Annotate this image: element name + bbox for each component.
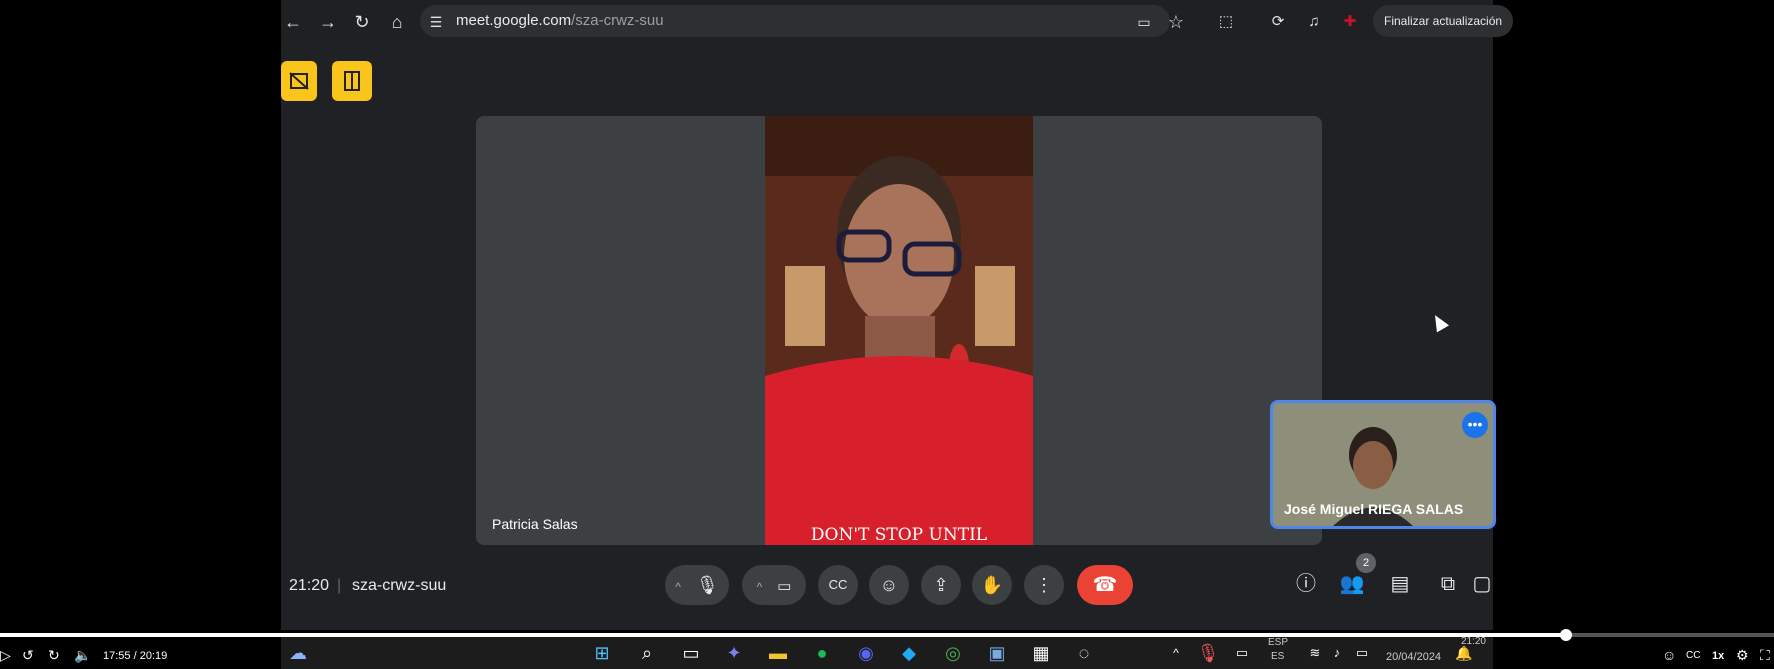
home-icon[interactable]: ⌂ xyxy=(385,10,409,34)
info-icon[interactable]: ⓘ xyxy=(1288,566,1324,602)
vscode-icon[interactable]: ◆ xyxy=(897,641,921,665)
keyboard-layout[interactable]: ES xyxy=(1271,651,1284,662)
lock-icon[interactable]: ▢ xyxy=(1472,566,1492,602)
chevron-up-icon[interactable]: ^ xyxy=(675,580,681,594)
forward-icon[interactable]: → xyxy=(316,10,340,34)
tray-keyboard-icon[interactable]: ▭ xyxy=(1230,641,1254,665)
spotify-icon[interactable]: ● xyxy=(810,641,834,665)
chevron-up-icon[interactable]: ^ xyxy=(757,580,763,594)
participant-video xyxy=(765,116,1033,545)
meeting-time: 21:20 xyxy=(289,577,330,594)
language-flag-icon[interactable]: ✚ xyxy=(1338,10,1362,34)
settings-gear-icon[interactable]: ⚙ xyxy=(1736,647,1749,664)
shirt-text: DON'T STOP UNTIL xyxy=(810,525,988,545)
tray-chevron-icon[interactable]: ^ xyxy=(1164,641,1188,665)
activities-icon[interactable]: ⧉ xyxy=(1430,566,1466,602)
weather-icon[interactable]: ☁ xyxy=(286,641,310,665)
captions-toggle-icon[interactable]: CC xyxy=(1686,650,1700,661)
camera-icon[interactable]: ▭ xyxy=(1132,10,1156,34)
volume-icon[interactable]: 🔈 xyxy=(74,647,91,664)
discord-icon[interactable]: ◉ xyxy=(854,641,878,665)
obs-icon[interactable]: ◌ xyxy=(1072,641,1096,665)
emoji-icon[interactable]: ☺ xyxy=(869,565,909,605)
sync-icon[interactable]: ⟳ xyxy=(1266,10,1290,34)
chrome-icon[interactable]: ◎ xyxy=(941,641,965,665)
self-view-name: José Miguel RIEGA SALAS xyxy=(1284,501,1464,517)
tray-mic-icon[interactable]: 🎙 xyxy=(1196,641,1220,665)
video-camera-icon: ▭ xyxy=(777,578,792,595)
no-video-icon[interactable] xyxy=(281,61,317,101)
star-icon[interactable]: ☆ xyxy=(1164,10,1188,34)
app-icon[interactable]: ▣ xyxy=(985,641,1009,665)
meeting-code: sza-crwz-suu xyxy=(352,577,447,594)
people-count-badge: 2 xyxy=(1356,553,1376,573)
more-vert-icon[interactable]: ⋮ xyxy=(1024,565,1064,605)
play-icon[interactable]: ▷ xyxy=(0,647,11,664)
chat-icon[interactable]: ▤ xyxy=(1382,566,1418,602)
user-icon[interactable]: ☺ xyxy=(1662,647,1676,663)
url-text: meet.google.com/sza-crwz-suu xyxy=(456,12,664,29)
microphone-button[interactable]: ^ 🎙 xyxy=(665,565,729,605)
notification-bell-icon[interactable]: 🔔 xyxy=(1452,641,1476,665)
update-button[interactable]: Finalizar actualización xyxy=(1373,5,1513,37)
notepad-icon[interactable]: ▦ xyxy=(1029,641,1053,665)
raise-hand-icon[interactable]: ✋ xyxy=(972,565,1012,605)
more-options-icon[interactable]: ••• xyxy=(1462,412,1488,438)
extensions-icon[interactable]: ⬚ xyxy=(1214,10,1238,34)
wifi-icon[interactable]: ≋ xyxy=(1303,641,1327,665)
volume-icon[interactable]: ♪ xyxy=(1325,641,1349,665)
task-view-icon[interactable]: ▭ xyxy=(679,641,703,665)
file-explorer-icon[interactable]: ▬ xyxy=(766,641,790,665)
back-icon[interactable]: ← xyxy=(281,10,305,34)
site-settings-icon[interactable]: ☰ xyxy=(424,10,448,34)
end-call-icon[interactable]: ☎ xyxy=(1077,565,1133,605)
reload-icon[interactable]: ↻ xyxy=(350,10,374,34)
battery-icon[interactable]: ▭ xyxy=(1350,641,1374,665)
camera-button[interactable]: ^ ▭ xyxy=(742,565,806,605)
rewind-icon[interactable]: ↺ xyxy=(22,647,34,664)
search-icon[interactable]: ⌕ xyxy=(635,641,659,665)
forward-10-icon[interactable]: ↻ xyxy=(48,647,60,664)
date[interactable]: 20/04/2024 xyxy=(1386,651,1441,663)
participant-name: Patricia Salas xyxy=(492,516,578,532)
teams-icon[interactable]: ✦ xyxy=(722,641,746,665)
player-time: 17:55 / 20:19 xyxy=(103,650,168,662)
microphone-icon: 🎙 xyxy=(695,575,719,595)
captions-icon[interactable]: CC xyxy=(818,565,858,605)
fullscreen-icon[interactable]: ⛶ xyxy=(1760,647,1774,664)
present-screen-icon[interactable]: ⇪ xyxy=(921,565,961,605)
windows-start-icon[interactable]: ⊞ xyxy=(590,641,614,665)
progress-handle[interactable] xyxy=(1560,629,1573,641)
media-icon[interactable]: ♫ xyxy=(1302,10,1326,34)
divider: | xyxy=(337,577,342,594)
door-icon[interactable] xyxy=(332,61,372,101)
speed-button[interactable]: 1x xyxy=(1712,650,1724,662)
language-code[interactable]: ESP xyxy=(1268,637,1288,648)
